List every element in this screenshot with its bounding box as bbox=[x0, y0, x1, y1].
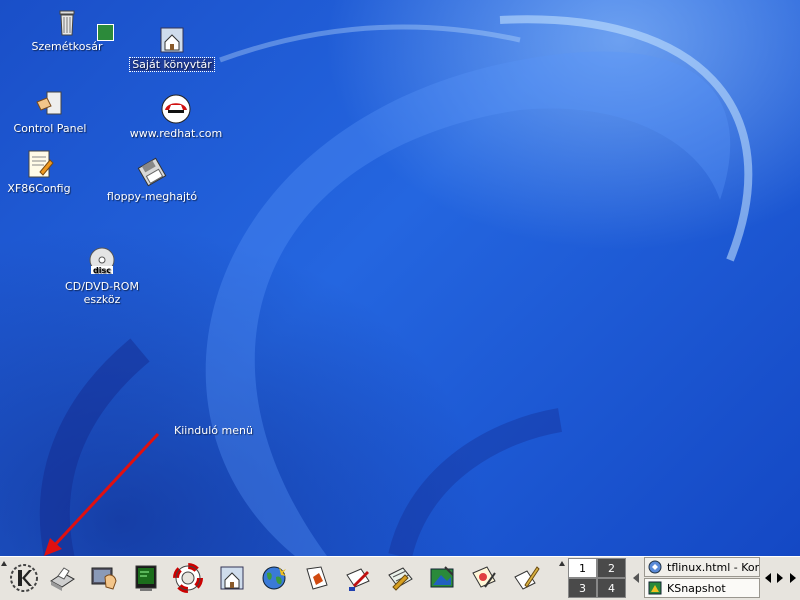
desktop: Szemétkosár Saját könyvtár Control Panel… bbox=[0, 0, 800, 556]
kde-k-menu-icon bbox=[10, 564, 38, 592]
drawing-icon bbox=[472, 566, 496, 588]
printer-button[interactable] bbox=[44, 560, 80, 596]
taskbar-handle[interactable] bbox=[631, 557, 641, 598]
spreadsheet-icon bbox=[388, 567, 413, 591]
home-icon bbox=[220, 566, 244, 590]
help-lifebuoy-icon bbox=[173, 563, 203, 593]
task-list: tflinux.html - Konqu KSnapshot bbox=[644, 557, 760, 598]
drawing-button[interactable] bbox=[466, 560, 502, 596]
task-scroll-left[interactable] bbox=[763, 557, 773, 598]
annotation-arrow bbox=[44, 432, 160, 556]
panel-separator-handle[interactable] bbox=[559, 559, 565, 599]
image-editor-icon bbox=[430, 566, 454, 588]
task-button-ksnapshot[interactable]: KSnapshot bbox=[644, 578, 760, 598]
panel-scroll-right[interactable] bbox=[788, 557, 798, 598]
help-button[interactable] bbox=[170, 560, 206, 596]
writer-icon bbox=[346, 568, 370, 591]
arrow-right-icon bbox=[790, 572, 796, 583]
pager-desktop-2[interactable]: 2 bbox=[597, 558, 626, 578]
ksnapshot-icon bbox=[648, 581, 662, 595]
writer-button[interactable] bbox=[340, 560, 376, 596]
task-label: KSnapshot bbox=[667, 581, 726, 595]
pager-desktop-4[interactable]: 4 bbox=[597, 578, 626, 598]
office-presentation-icon bbox=[306, 566, 328, 590]
arrow-left-icon bbox=[765, 572, 771, 583]
pager-desktop-1[interactable]: 1 bbox=[568, 558, 597, 578]
printer-icon bbox=[50, 567, 75, 591]
text-editor-button[interactable] bbox=[508, 560, 544, 596]
konqueror-icon bbox=[648, 560, 662, 574]
desktop-access-button[interactable] bbox=[86, 560, 122, 596]
chevron-left-icon bbox=[633, 572, 639, 583]
terminal-icon bbox=[135, 565, 157, 591]
text-editor-icon bbox=[514, 566, 540, 590]
task-label: tflinux.html - Konqu bbox=[667, 560, 759, 574]
pager-desktop-3[interactable]: 3 bbox=[568, 578, 597, 598]
spreadsheet-button[interactable] bbox=[382, 560, 418, 596]
kde-k-menu-button[interactable] bbox=[6, 560, 42, 596]
task-scroll-right[interactable] bbox=[775, 557, 785, 598]
image-editor-button[interactable] bbox=[424, 560, 460, 596]
arrow-right-icon bbox=[777, 572, 783, 583]
presentation-button[interactable] bbox=[298, 560, 334, 596]
desktop-hand-icon bbox=[91, 567, 117, 590]
desktop-pager: 1 2 3 4 bbox=[568, 558, 626, 598]
task-button-konqueror[interactable]: tflinux.html - Konqu bbox=[644, 557, 760, 577]
web-browser-globe-icon bbox=[262, 566, 286, 590]
web-browser-button[interactable] bbox=[256, 560, 292, 596]
terminal-button[interactable] bbox=[128, 560, 164, 596]
home-button[interactable] bbox=[214, 560, 250, 596]
